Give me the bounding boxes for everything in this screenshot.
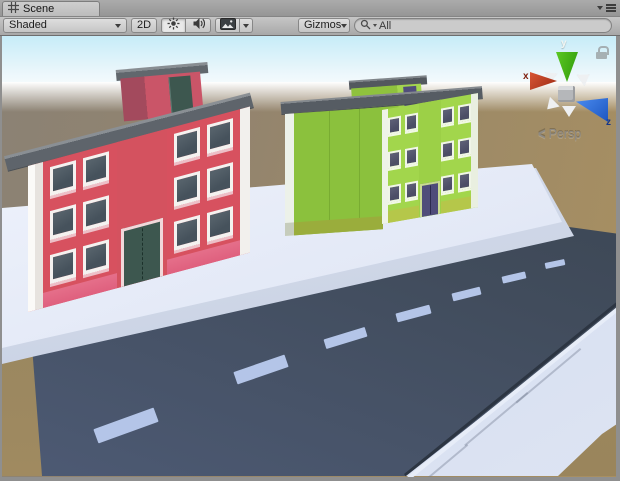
axis-x-label: x — [523, 71, 529, 82]
window — [50, 248, 76, 284]
green-building-side-wall[interactable] — [285, 107, 383, 236]
window — [388, 183, 401, 202]
scene-toolbar: Shaded 2D — [0, 17, 620, 36]
gizmo-center-cube[interactable] — [558, 86, 575, 102]
effects-toggle-button[interactable] — [215, 18, 240, 33]
entrance-column — [117, 129, 167, 288]
window — [441, 140, 454, 159]
draw-mode-label: Shaded — [9, 19, 47, 32]
window — [174, 215, 200, 251]
axis-z-cone[interactable] — [576, 98, 608, 122]
scene-panel: Scene Shaded 2D — [0, 0, 620, 481]
panel-menu-button[interactable] — [597, 4, 616, 12]
speaker-icon — [192, 17, 205, 34]
window — [458, 171, 471, 190]
grid-icon — [8, 2, 19, 16]
scene-frame: y x z < Persp — [0, 36, 620, 481]
window — [207, 118, 233, 154]
scene-search-field[interactable] — [354, 18, 612, 33]
axis-cone-white[interactable] — [562, 106, 576, 117]
window — [441, 174, 454, 193]
corner-pillar — [28, 162, 43, 312]
padlock-icon[interactable] — [596, 46, 608, 60]
effects-dropdown-button[interactable] — [240, 18, 253, 33]
gizmos-label: Gizmos — [304, 19, 341, 32]
audio-toggle-button[interactable] — [186, 18, 211, 33]
window — [50, 204, 76, 240]
window-row — [441, 128, 472, 167]
chevron-down-icon — [341, 24, 347, 28]
chevron-down-icon — [373, 24, 377, 27]
green-building[interactable] — [382, 93, 478, 224]
axis-y-label: y — [561, 38, 567, 49]
magnifier-icon — [360, 17, 371, 35]
window — [405, 146, 418, 165]
window — [207, 206, 233, 242]
chevron-down-icon — [597, 6, 603, 10]
gizmos-dropdown[interactable]: Gizmos — [298, 18, 350, 33]
image-icon — [220, 18, 236, 34]
scene-viewport[interactable]: y x z < Persp — [2, 36, 616, 477]
axis-cone-white[interactable] — [576, 69, 593, 87]
search-input[interactable] — [379, 20, 605, 32]
chevron-down-icon — [243, 24, 249, 28]
axis-y-cone[interactable] — [556, 52, 578, 82]
window — [388, 149, 401, 168]
chevron-down-icon — [115, 24, 121, 28]
window-row — [388, 172, 419, 211]
window — [207, 162, 233, 198]
window-row — [441, 94, 472, 133]
window-row — [388, 104, 419, 143]
window — [83, 239, 109, 275]
tab-bar: Scene — [0, 0, 620, 17]
2d-toggle-button[interactable]: 2D — [131, 18, 157, 33]
window — [458, 103, 471, 122]
lighting-toggle-button[interactable] — [161, 18, 186, 33]
window — [405, 112, 418, 131]
corner-pillar — [471, 93, 478, 208]
window — [174, 171, 200, 207]
draw-mode-dropdown[interactable]: Shaded — [3, 18, 127, 33]
green-building-door — [420, 181, 440, 218]
projection-toggle[interactable]: < Persp — [538, 126, 581, 141]
window — [50, 160, 76, 196]
window — [83, 152, 109, 188]
red-building-door — [121, 218, 163, 287]
axis-z-label: z — [606, 117, 611, 128]
tab-label: Scene — [23, 3, 54, 15]
corner-pillar — [240, 107, 250, 256]
window — [174, 127, 200, 163]
entrance-column — [419, 100, 441, 218]
window — [458, 137, 471, 156]
window — [388, 115, 401, 134]
tab-scene[interactable]: Scene — [2, 1, 100, 16]
window — [405, 180, 418, 199]
window — [83, 195, 109, 231]
window-row — [388, 138, 419, 177]
window — [441, 106, 454, 125]
window-row — [441, 162, 472, 201]
projection-label: Persp — [549, 127, 582, 141]
persp-arrow-icon: < — [538, 124, 546, 144]
sun-icon — [167, 17, 180, 34]
hamburger-menu-icon — [606, 4, 616, 12]
